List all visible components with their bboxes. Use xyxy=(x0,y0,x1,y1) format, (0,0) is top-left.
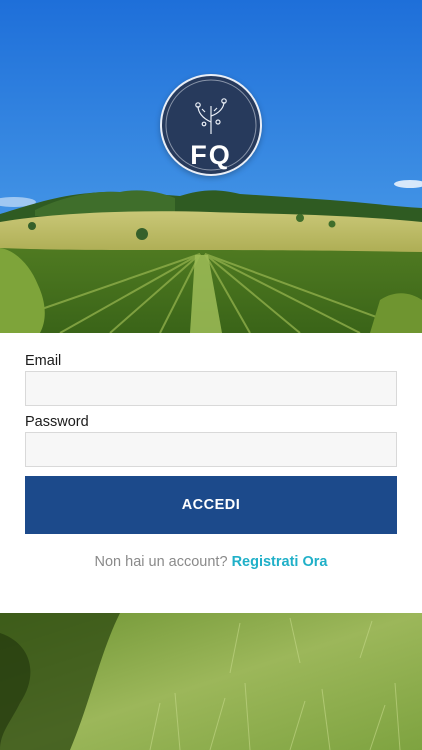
email-field[interactable] xyxy=(25,371,397,406)
signup-prompt: Non hai un account? xyxy=(94,554,228,570)
email-label: Email xyxy=(25,353,62,369)
grass-background xyxy=(0,613,422,750)
grass-image xyxy=(0,613,422,750)
login-button[interactable]: ACCEDI xyxy=(25,476,397,534)
signup-link[interactable]: Registrati Ora xyxy=(232,554,328,570)
password-field[interactable] xyxy=(25,432,397,467)
signup-row: Non hai un account? Registrati Ora xyxy=(0,554,422,570)
password-label: Password xyxy=(25,414,89,430)
brand-logo: FQ xyxy=(160,74,262,176)
logo-initials: FQ xyxy=(190,140,232,170)
login-form: Email Password ACCEDI Non hai un account… xyxy=(0,333,422,613)
hero-image: FQ xyxy=(0,0,422,333)
